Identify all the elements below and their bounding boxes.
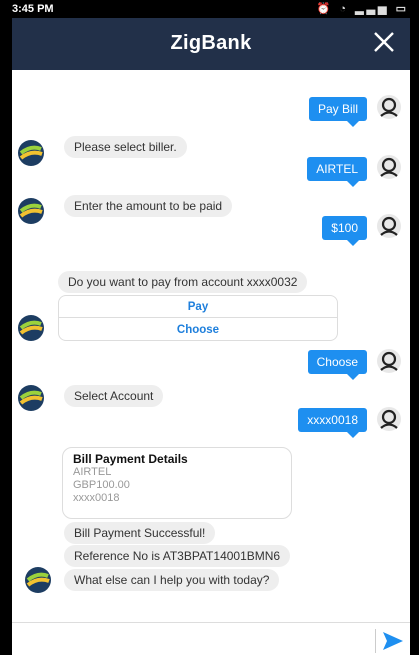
wifi-icon: ◔: [339, 3, 350, 15]
option-choose-button[interactable]: Choose: [59, 319, 337, 341]
message-input-bar[interactable]: [12, 622, 410, 655]
bot-message: Bill Payment Successful!: [64, 522, 216, 544]
app-title: ZigBank: [170, 32, 252, 54]
chat-area[interactable]: Pay Bill Please select biller. AIRTEL En…: [12, 70, 410, 622]
option-pay-button[interactable]: Pay: [59, 296, 337, 318]
card-biller: AIRTEL: [73, 466, 112, 478]
user-message: Pay Bill: [308, 97, 367, 127]
user-message-text: Choose: [316, 355, 358, 369]
status-icons: ⏰ ◔ ▂▃▅ ▭: [317, 2, 409, 15]
user-avatar-icon: [377, 155, 401, 179]
bill-payment-details-card: Bill Payment Details AIRTEL GBP100.00 xx…: [62, 447, 292, 519]
status-time: 3:45 PM: [12, 3, 54, 15]
card-amount: GBP100.00: [73, 479, 130, 491]
close-icon[interactable]: [370, 28, 398, 56]
bot-avatar-icon: [18, 385, 44, 411]
user-avatar-icon: [377, 95, 401, 119]
alarm-icon: ⏰: [316, 3, 334, 15]
status-bar: 3:45 PM ⏰ ◔ ▂▃▅ ▭: [0, 0, 419, 18]
bot-message: Enter the amount to be paid: [64, 195, 233, 217]
user-message: $100: [322, 216, 367, 246]
bot-message: What else can I help you with today?: [64, 569, 280, 591]
card-account: xxxx0018: [73, 492, 120, 504]
user-avatar-icon: [377, 349, 401, 373]
chat-header: ZigBank: [12, 18, 410, 70]
user-message-text: AIRTEL: [316, 162, 358, 176]
phone-screen: 3:45 PM ⏰ ◔ ▂▃▅ ▭ ZigBank Pay Bill Pleas…: [0, 0, 419, 655]
user-avatar-icon: [377, 214, 401, 238]
bot-avatar-icon: [18, 198, 44, 224]
signal-icon: ▂▃▅: [355, 3, 390, 15]
user-message-text: $100: [331, 221, 358, 235]
quick-reply-options: Pay Choose: [58, 295, 338, 341]
user-avatar-icon: [377, 407, 401, 431]
send-icon[interactable]: [382, 631, 404, 651]
bot-message: Do you want to pay from account xxxx0032: [58, 271, 308, 293]
user-message-text: Pay Bill: [317, 102, 358, 116]
card-title: Bill Payment Details: [73, 452, 188, 466]
user-message-text: xxxx0018: [307, 413, 358, 427]
user-message: AIRTEL: [307, 157, 367, 187]
user-message: Choose: [307, 350, 367, 380]
bot-avatar-icon: [25, 567, 51, 593]
user-message: xxxx0018: [298, 408, 367, 438]
bot-avatar-icon: [18, 140, 44, 166]
bot-message: Reference No is AT3BPAT14001BMN6: [64, 545, 291, 567]
input-divider: [375, 629, 376, 653]
bot-message: Please select biller.: [64, 136, 187, 158]
bot-message: Select Account: [64, 385, 164, 407]
bot-avatar-icon: [18, 315, 44, 341]
battery-icon: ▭: [395, 3, 409, 15]
